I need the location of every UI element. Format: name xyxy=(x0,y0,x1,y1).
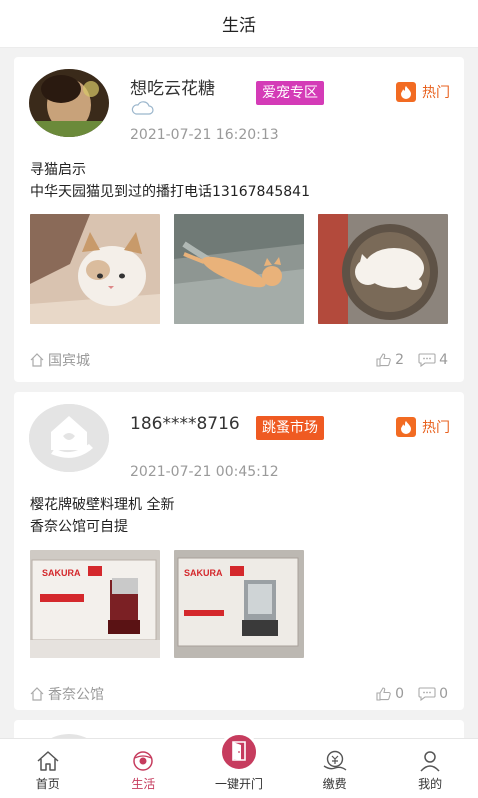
avatar[interactable] xyxy=(29,69,109,137)
post-card[interactable]: 186****8716 跳蚤市场 热门 2021-07-21 00:45:12 … xyxy=(14,392,464,710)
hot-label: 热门 xyxy=(422,85,450,101)
cat-photo[interactable] xyxy=(30,214,160,324)
flame-icon xyxy=(396,417,416,437)
product-photo[interactable]: SAKURA xyxy=(174,550,304,658)
tab-open-door[interactable]: 一键开门 xyxy=(191,732,287,798)
cat-photo[interactable] xyxy=(318,214,448,324)
tab-label: 我的 xyxy=(418,777,443,791)
tab-label: 首页 xyxy=(35,777,60,791)
home-outline-icon xyxy=(30,687,44,701)
comment-button[interactable]: 4 xyxy=(418,352,448,368)
post-footer: 国宾城 2 4 xyxy=(30,350,448,370)
tab-profile[interactable]: 我的 xyxy=(382,739,478,798)
comment-button[interactable]: 0 xyxy=(418,686,448,702)
comment-count: 4 xyxy=(439,352,448,368)
photo-grid xyxy=(30,214,448,324)
tab-label: 生活 xyxy=(131,777,156,791)
content-line: 香奈公馆可自提 xyxy=(30,519,128,535)
tab-label: 缴费 xyxy=(322,777,347,791)
cloud-icon xyxy=(130,100,252,120)
bottom-tab-bar: 首页 生活 一键开门 缴费 我的 xyxy=(0,732,478,798)
author-name: 186****8716 xyxy=(130,414,240,434)
tab-life[interactable]: 生活 xyxy=(96,739,192,798)
brand-text: SAKURA xyxy=(184,568,223,578)
tab-label: 一键开门 xyxy=(214,777,263,791)
content-line: 中华天园猫见到过的播打电话13167845841 xyxy=(30,184,310,200)
cat-photo[interactable] xyxy=(174,214,304,324)
location[interactable]: 香奈公馆 xyxy=(30,684,362,704)
comment-icon xyxy=(418,353,436,367)
post-time: 2021-07-21 00:45:12 xyxy=(130,464,279,480)
author-block: 想吃云花糖 xyxy=(130,79,252,120)
location-name: 国宾城 xyxy=(48,353,90,369)
hot-badge: 热门 xyxy=(396,81,450,103)
home-icon xyxy=(37,751,59,771)
author-name: 想吃云花糖 xyxy=(130,79,215,99)
post-time: 2021-07-21 16:20:13 xyxy=(130,127,279,143)
post-content: 樱花牌破壁料理机 全新 香奈公馆可自提 xyxy=(30,494,174,538)
door-icon[interactable] xyxy=(218,732,259,772)
hot-badge: 热门 xyxy=(396,416,450,438)
comment-count: 0 xyxy=(439,686,448,702)
like-button[interactable]: 2 xyxy=(376,352,404,368)
tab-payment[interactable]: 缴费 xyxy=(287,739,383,798)
thumbs-up-icon xyxy=(376,353,391,367)
flame-icon xyxy=(396,82,416,102)
like-button[interactable]: 0 xyxy=(376,686,404,702)
hot-label: 热门 xyxy=(422,420,450,436)
top-bar: 生活 xyxy=(0,0,478,48)
profile-icon xyxy=(420,751,440,772)
post-footer: 香奈公馆 0 0 xyxy=(30,684,448,704)
location-name: 香奈公馆 xyxy=(48,687,104,703)
post-card[interactable]: 想吃云花糖 爱宠专区 热门 2021-07-21 16:20:13 寻猫启示 中… xyxy=(14,57,464,382)
product-photo[interactable]: SAKURA xyxy=(30,550,160,658)
location[interactable]: 国宾城 xyxy=(30,350,362,370)
post-feed[interactable]: 想吃云花糖 爱宠专区 热门 2021-07-21 16:20:13 寻猫启示 中… xyxy=(0,48,478,738)
avatar[interactable] xyxy=(29,404,109,472)
post-content: 寻猫启示 中华天园猫见到过的播打电话13167845841 xyxy=(30,159,310,203)
photo-grid: SAKURA SAKURA xyxy=(30,550,304,658)
content-line: 寻猫启示 xyxy=(30,162,86,178)
page-title: 生活 xyxy=(222,16,256,36)
brand-text: SAKURA xyxy=(42,568,81,578)
life-icon xyxy=(133,751,154,771)
category-tag[interactable]: 爱宠专区 xyxy=(256,81,324,105)
category-tag[interactable]: 跳蚤市场 xyxy=(256,416,324,440)
content-line: 樱花牌破壁料理机 全新 xyxy=(30,497,175,513)
author-block: 186****8716 xyxy=(130,414,252,434)
home-outline-icon xyxy=(30,353,44,367)
like-count: 0 xyxy=(395,686,405,702)
thumbs-up-icon xyxy=(376,687,391,701)
tab-home[interactable]: 首页 xyxy=(0,739,96,798)
comment-icon xyxy=(418,687,436,701)
like-count: 2 xyxy=(395,352,405,368)
payment-icon xyxy=(323,750,347,771)
